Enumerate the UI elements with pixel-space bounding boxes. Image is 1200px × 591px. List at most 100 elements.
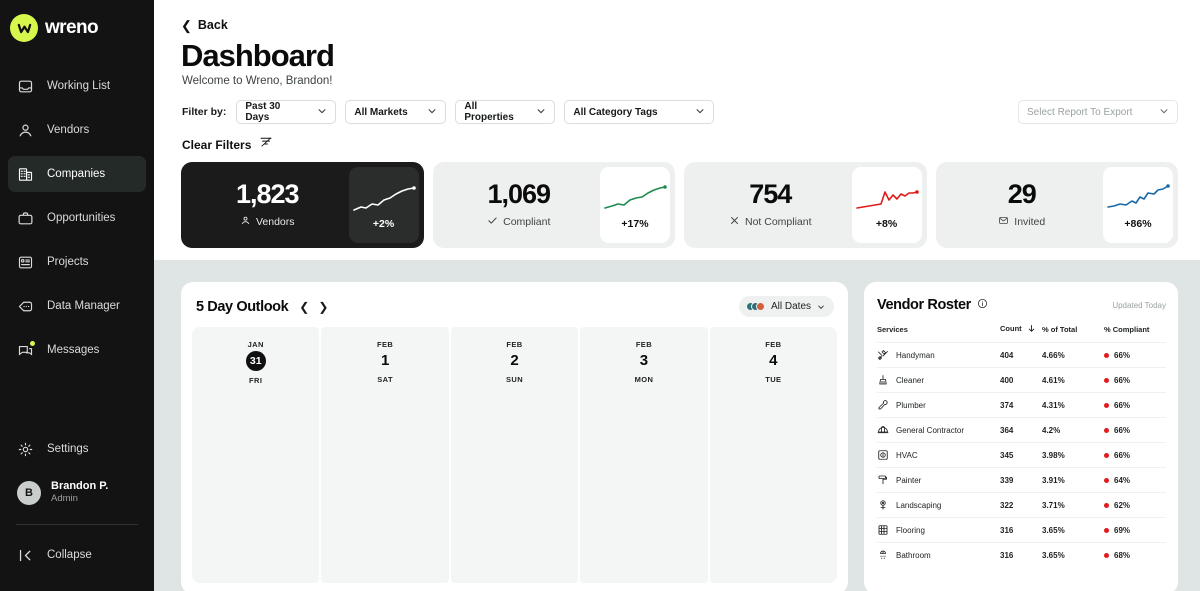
roster-title: Vendor Roster bbox=[877, 297, 971, 313]
tools-icon bbox=[877, 349, 889, 361]
cell-pct-of-total: 4.2% bbox=[1042, 417, 1104, 443]
person-badge-icon bbox=[240, 215, 251, 229]
sidebar-item-label: Projects bbox=[47, 256, 89, 268]
w-logo-icon bbox=[10, 14, 38, 42]
cell-service: HVAC bbox=[877, 442, 1000, 468]
cell-pct-compliant: 68% bbox=[1104, 542, 1166, 567]
kpi-card-compliant[interactable]: 1,069 Compliant +17% bbox=[432, 162, 675, 248]
table-row[interactable]: Bathroom 316 3.65% 68% bbox=[877, 542, 1166, 567]
service-name: Flooring bbox=[896, 525, 925, 535]
status-badge: 66% bbox=[1114, 400, 1131, 410]
kpi-sparkline: +86% bbox=[1103, 167, 1173, 243]
user-profile[interactable]: B Brandon P. Admin bbox=[8, 475, 146, 510]
back-label: Back bbox=[197, 18, 228, 32]
calendar-day-column[interactable]: FEB 2 SUN bbox=[450, 327, 579, 583]
cell-pct-of-total: 3.91% bbox=[1042, 467, 1104, 493]
status-badge: 64% bbox=[1114, 475, 1131, 485]
cell-service: Landscaping bbox=[877, 492, 1000, 518]
column-header-pct-compliant[interactable]: % Compliant bbox=[1104, 324, 1166, 343]
filter-off-icon bbox=[259, 135, 273, 154]
collapse-button[interactable]: Collapse bbox=[8, 537, 146, 573]
service-name: Painter bbox=[896, 475, 922, 485]
column-header-services[interactable]: Services bbox=[877, 324, 1000, 343]
cell-count: 400 bbox=[1000, 367, 1042, 393]
kpi-delta: +2% bbox=[372, 218, 395, 230]
sidebar-item-opportunities[interactable]: Opportunities bbox=[8, 200, 146, 236]
sidebar-item-companies[interactable]: Companies bbox=[8, 156, 146, 192]
column-header-pct-of-total[interactable]: % of Total bbox=[1042, 324, 1104, 343]
sidebar-item-data-manager[interactable]: Data Manager bbox=[8, 288, 146, 324]
sidebar-item-label: Companies bbox=[47, 168, 106, 180]
kpi-card-vendors[interactable]: 1,823 Vendors +2% bbox=[181, 162, 424, 248]
calendar-day-number: 3 bbox=[639, 352, 649, 369]
filter-properties-select[interactable]: All Properties bbox=[455, 100, 556, 124]
fan-icon bbox=[877, 449, 889, 461]
tag-ellipsis-icon bbox=[17, 298, 34, 315]
service-name: Plumber bbox=[896, 400, 926, 410]
user-icon bbox=[17, 122, 34, 139]
table-row[interactable]: Flooring 316 3.65% 69% bbox=[877, 517, 1166, 543]
list-card-icon bbox=[17, 254, 34, 271]
table-row[interactable]: Cleaner 400 4.61% 66% bbox=[877, 367, 1166, 393]
plant-icon bbox=[877, 499, 889, 511]
kpi-delta: +8% bbox=[875, 218, 898, 230]
outlook-prev-button[interactable]: ❮ bbox=[299, 301, 309, 313]
calendar-month: FEB bbox=[765, 340, 782, 349]
kpi-card-not-compliant[interactable]: 754 Not Compliant +8% bbox=[684, 162, 927, 248]
briefcase-icon bbox=[17, 210, 34, 227]
sidebar-item-settings[interactable]: Settings bbox=[8, 431, 146, 467]
kpi-sparkline: +8% bbox=[851, 167, 922, 243]
kpi-label: Vendors bbox=[255, 216, 295, 228]
back-button[interactable]: ❮ Back bbox=[154, 0, 1200, 32]
brand-logo[interactable]: wreno bbox=[0, 0, 154, 42]
kpi-delta: +17% bbox=[621, 218, 649, 230]
sidebar-item-vendors[interactable]: Vendors bbox=[8, 112, 146, 148]
service-name: Handyman bbox=[896, 350, 935, 360]
status-dot-icon bbox=[1104, 402, 1109, 408]
cell-pct-compliant: 62% bbox=[1104, 492, 1166, 518]
service-name: General Contractor bbox=[896, 425, 965, 435]
kpi-value: 1,823 bbox=[235, 179, 300, 209]
status-badge: 68% bbox=[1114, 550, 1131, 560]
cell-pct-compliant: 64% bbox=[1104, 467, 1166, 493]
roster-table: Services Count % of Total % Compliant Ha… bbox=[877, 324, 1166, 567]
export-report-select[interactable]: Select Report To Export bbox=[1018, 100, 1178, 124]
kpi-sparkline: +2% bbox=[348, 167, 419, 243]
info-icon[interactable] bbox=[977, 296, 988, 314]
calendar-day-column[interactable]: FEB 1 SAT bbox=[321, 327, 449, 583]
calendar-day-column[interactable]: FEB 4 TUE bbox=[709, 327, 837, 583]
sidebar-item-projects[interactable]: Projects bbox=[8, 244, 146, 280]
cell-pct-of-total: 3.65% bbox=[1042, 517, 1104, 543]
building-icon bbox=[17, 166, 34, 183]
table-row[interactable]: Painter 339 3.91% 64% bbox=[877, 467, 1166, 493]
table-row[interactable]: Landscaping 322 3.71% 62% bbox=[877, 492, 1166, 518]
cell-pct-of-total: 3.71% bbox=[1042, 492, 1104, 518]
table-row[interactable]: HVAC 345 3.98% 66% bbox=[877, 442, 1166, 468]
kpi-label: Not Compliant bbox=[744, 216, 812, 228]
table-header-row: Services Count % of Total % Compliant bbox=[877, 324, 1166, 343]
outlook-next-button[interactable]: ❯ bbox=[318, 301, 328, 313]
kpi-row: 1,823 Vendors +2% 1,069 Compliant +17% 7… bbox=[154, 154, 1200, 248]
all-dates-label: All Dates bbox=[770, 301, 811, 312]
table-row[interactable]: Handyman 404 4.66% 66% bbox=[877, 342, 1166, 368]
sidebar-item-messages[interactable]: Messages bbox=[8, 332, 146, 368]
all-dates-filter[interactable]: All Dates bbox=[738, 296, 834, 317]
clear-filters-button[interactable]: Clear Filters bbox=[154, 124, 1200, 154]
filter-category-tags-select[interactable]: All Category Tags bbox=[564, 100, 715, 124]
column-header-count[interactable]: Count bbox=[1000, 324, 1042, 343]
table-row[interactable]: Plumber 374 4.31% 66% bbox=[877, 392, 1166, 418]
filter-markets-select[interactable]: All Markets bbox=[345, 100, 447, 124]
calendar-day-column[interactable]: FEB 3 MON bbox=[580, 327, 708, 583]
calendar-day-column[interactable]: JAN 31 FRI bbox=[192, 327, 320, 583]
cell-service: Bathroom bbox=[877, 542, 1000, 567]
filter-by-label: Filter by: bbox=[182, 106, 227, 118]
sidebar-item-working-list[interactable]: Working List bbox=[8, 68, 146, 104]
table-row[interactable]: General Contractor 364 4.2% 66% bbox=[877, 417, 1166, 443]
cell-pct-compliant: 66% bbox=[1104, 417, 1166, 443]
cell-pct-of-total: 3.98% bbox=[1042, 442, 1104, 468]
filter-date-range-select[interactable]: Past 30 Days bbox=[236, 100, 337, 124]
gear-icon bbox=[17, 441, 34, 458]
kpi-card-invited[interactable]: 29 Invited +86% bbox=[935, 162, 1178, 248]
sidebar-item-label: Data Manager bbox=[47, 300, 120, 312]
calendar-weekday: TUE bbox=[765, 375, 782, 384]
